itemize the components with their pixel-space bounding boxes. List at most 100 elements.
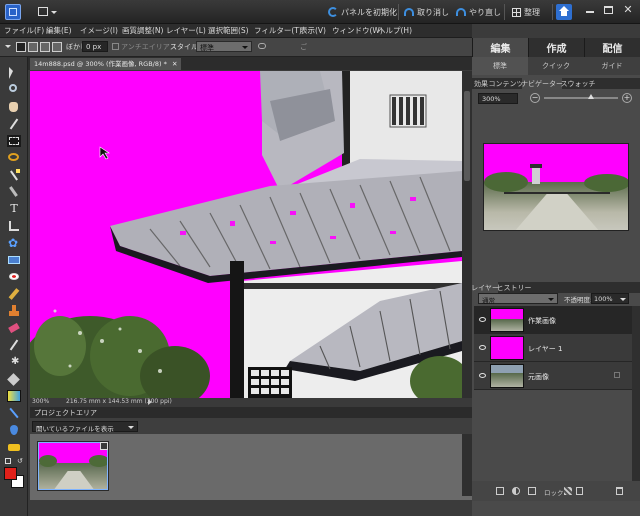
slider-thumb[interactable] bbox=[588, 94, 594, 99]
cookie-cutter-tool-icon[interactable]: ✿ bbox=[7, 237, 21, 249]
image-canvas[interactable] bbox=[30, 71, 462, 398]
tab-edit[interactable]: 編集 bbox=[472, 38, 528, 57]
navigator-panel-tabs: 効果 コンテンツ ナビゲーター スウォッチ bbox=[472, 78, 640, 89]
navigator-zoom-input[interactable]: 300% bbox=[478, 93, 518, 104]
antialias-checkbox[interactable] bbox=[112, 43, 119, 50]
close-icon[interactable]: ✕ bbox=[172, 60, 177, 68]
feather-input[interactable]: 0 px bbox=[82, 41, 108, 52]
tab-create[interactable]: 作成 bbox=[528, 38, 584, 57]
menu-help[interactable]: ヘルプ(H) bbox=[378, 25, 412, 36]
blur-tool-icon[interactable] bbox=[7, 424, 21, 436]
tab-guided-edit[interactable]: ガイド bbox=[584, 57, 640, 75]
layer-row[interactable]: 作業画像 bbox=[474, 306, 632, 334]
menu-filter[interactable]: フィルター(T) bbox=[254, 25, 302, 36]
eye-icon[interactable] bbox=[479, 317, 486, 322]
subtract-selection-icon[interactable] bbox=[40, 42, 50, 52]
project-filter-dropdown[interactable]: 開いているファイルを表示 bbox=[32, 421, 138, 433]
project-scrollbar[interactable] bbox=[462, 434, 472, 496]
home-button[interactable] bbox=[556, 4, 572, 20]
document-tab[interactable]: 14m888.psd @ 300% (作業画像, RGB/8) * ✕ bbox=[30, 58, 182, 70]
default-colors-icon[interactable] bbox=[5, 458, 11, 464]
menu-layer[interactable]: レイヤー(L) bbox=[166, 25, 206, 36]
menu-view[interactable]: 表示(V) bbox=[300, 25, 326, 36]
tab-content[interactable]: コンテンツ bbox=[489, 78, 524, 89]
gradient-tool-icon[interactable] bbox=[7, 390, 21, 402]
adjustment-layer-icon[interactable] bbox=[512, 487, 520, 495]
eyedropper-tool-icon[interactable] bbox=[7, 118, 21, 130]
add-to-selection-icon[interactable] bbox=[28, 42, 38, 52]
menu-file[interactable]: ファイル(F) bbox=[4, 25, 44, 36]
document-dimensions: 216.75 mm x 144.53 mm (300 ppi) bbox=[66, 398, 172, 405]
red-eye-tool-icon[interactable] bbox=[7, 271, 21, 283]
new-selection-icon[interactable] bbox=[16, 42, 26, 52]
redo-button[interactable]: やり直し bbox=[456, 5, 501, 19]
arrange-documents-button[interactable] bbox=[38, 5, 58, 19]
menu-edit[interactable]: 編集(E) bbox=[46, 25, 72, 36]
eye-icon[interactable] bbox=[479, 345, 486, 350]
blend-mode-dropdown[interactable]: 通常 bbox=[478, 293, 558, 305]
tab-quick-edit[interactable]: クイック bbox=[528, 57, 584, 75]
canvas-vertical-scrollbar[interactable] bbox=[462, 71, 472, 398]
status-menu-arrow[interactable] bbox=[148, 399, 152, 405]
tab-effects[interactable]: 効果 bbox=[472, 78, 490, 89]
zoom-out-icon[interactable]: − bbox=[530, 93, 540, 103]
organizer-button[interactable]: 整理 bbox=[512, 5, 540, 19]
lock-transparent-icon[interactable] bbox=[564, 487, 572, 495]
eraser-tool-icon[interactable] bbox=[7, 322, 21, 334]
maximize-button[interactable] bbox=[604, 6, 613, 14]
reset-panels-button[interactable]: パネルを初期化 bbox=[328, 5, 397, 19]
menu-window[interactable]: ウィンドウ(W) bbox=[332, 25, 383, 36]
layer-row[interactable]: レイヤー 1 bbox=[474, 334, 632, 362]
crop-tool-icon[interactable] bbox=[7, 220, 21, 232]
intersect-selection-icon[interactable] bbox=[52, 42, 62, 52]
lasso-tool-icon[interactable] bbox=[7, 152, 21, 164]
style-dropdown[interactable]: 標準 bbox=[196, 41, 252, 52]
navigator-preview[interactable] bbox=[483, 143, 629, 231]
navigator-zoom-slider[interactable] bbox=[544, 94, 618, 99]
layers-scrollbar[interactable] bbox=[632, 306, 640, 482]
lock-all-icon[interactable] bbox=[576, 487, 583, 495]
brush-tool-icon[interactable] bbox=[7, 339, 21, 351]
hand-tool-icon[interactable] bbox=[7, 101, 21, 113]
new-layer-icon[interactable] bbox=[496, 487, 504, 495]
zoom-readout[interactable]: 300% bbox=[32, 398, 49, 405]
project-thumbnail[interactable] bbox=[37, 441, 109, 491]
quick-selection-tool-icon[interactable] bbox=[7, 186, 21, 198]
layer-thumbnail bbox=[490, 336, 524, 360]
zoom-tool-icon[interactable] bbox=[7, 84, 21, 96]
tab-layers[interactable]: レイヤー bbox=[471, 282, 499, 293]
opacity-input[interactable]: 100% bbox=[591, 293, 629, 304]
menu-select[interactable]: 選択範囲(S) bbox=[208, 25, 249, 36]
zoom-in-icon[interactable]: + bbox=[622, 93, 632, 103]
tab-navigator[interactable]: ナビゲーター bbox=[521, 78, 563, 89]
smart-brush-tool-icon[interactable]: ✱ bbox=[7, 356, 21, 368]
tab-share[interactable]: 配信 bbox=[584, 38, 640, 57]
move-tool-icon[interactable] bbox=[7, 67, 21, 79]
close-button[interactable]: ✕ bbox=[622, 4, 634, 16]
menu-enhance[interactable]: 画質調整(N) bbox=[122, 25, 163, 36]
paint-bucket-tool-icon[interactable] bbox=[7, 373, 21, 386]
tool-preset-picker[interactable] bbox=[4, 42, 14, 52]
type-tool-icon[interactable]: T bbox=[7, 203, 21, 215]
foreground-color-swatch[interactable] bbox=[4, 467, 17, 480]
clone-stamp-tool-icon[interactable] bbox=[7, 305, 21, 317]
menu-image[interactable]: イメージ(I) bbox=[80, 25, 118, 36]
tab-history[interactable]: ヒストリー bbox=[497, 282, 532, 293]
magic-wand-tool-icon[interactable] bbox=[7, 169, 21, 181]
sponge-tool-icon[interactable] bbox=[7, 441, 21, 453]
eye-icon[interactable] bbox=[479, 373, 486, 378]
link-icon[interactable] bbox=[258, 43, 266, 49]
tab-full-edit[interactable]: 標準 bbox=[472, 57, 528, 75]
minimize-button[interactable] bbox=[586, 11, 594, 13]
tab-swatches[interactable]: スウォッチ bbox=[561, 78, 596, 89]
layer-row[interactable]: 元画像 bbox=[474, 362, 632, 390]
rectangular-marquee-tool-icon[interactable] bbox=[7, 135, 21, 147]
shape-tool-icon[interactable] bbox=[7, 407, 21, 419]
layer-mask-icon[interactable] bbox=[528, 487, 536, 495]
trash-icon[interactable] bbox=[616, 487, 623, 495]
healing-brush-tool-icon[interactable] bbox=[7, 288, 21, 300]
refine-edge-button[interactable]: ご bbox=[300, 42, 307, 52]
swap-colors-icon[interactable]: ↺ bbox=[17, 458, 23, 465]
undo-button[interactable]: 取り消し bbox=[404, 5, 449, 19]
straighten-tool-icon[interactable] bbox=[7, 254, 21, 266]
